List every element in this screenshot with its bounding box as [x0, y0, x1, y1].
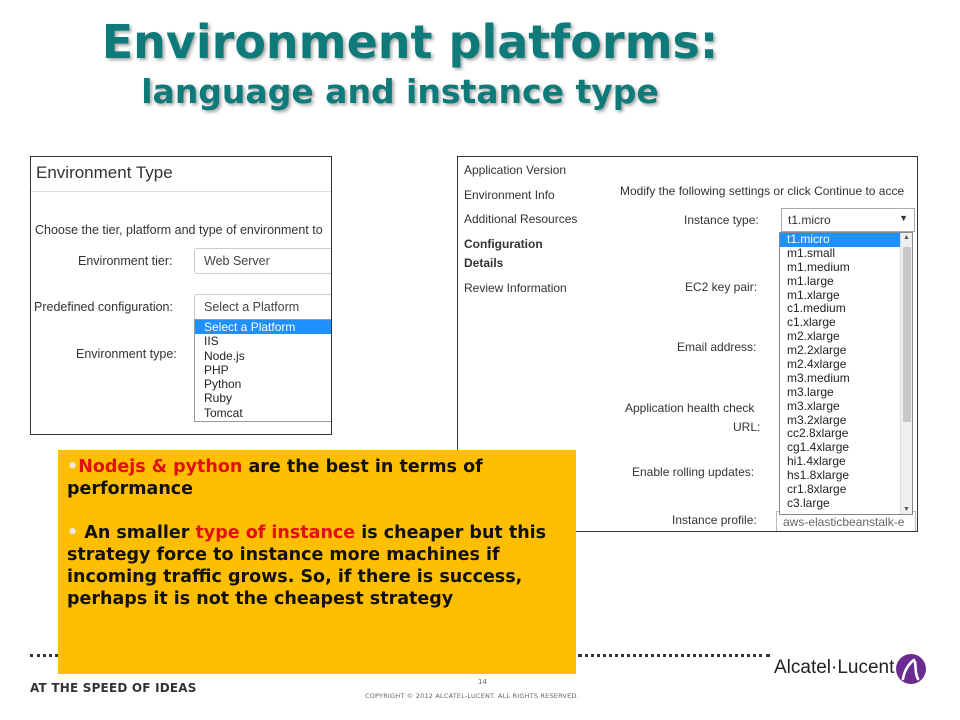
dropdown-scrollbar[interactable]: ▲ ▼	[900, 233, 912, 514]
instance-option[interactable]: m3.medium	[780, 371, 912, 386]
environment-tier-label: Environment tier:	[78, 254, 173, 268]
bullet-icon: •	[67, 457, 79, 477]
instance-type-label: Instance type:	[684, 213, 759, 227]
rolling-updates-label: Enable rolling updates:	[632, 465, 755, 479]
footer-dotted-rule-left	[30, 654, 58, 662]
instance-option[interactable]: m2.2xlarge	[780, 343, 912, 358]
environment-type-intro: Choose the tier, platform and type of en…	[35, 223, 323, 237]
instance-type-select[interactable]: t1.micro ▼	[781, 208, 915, 232]
point-performance: •Nodejs & python are the best in terms o…	[67, 456, 570, 500]
environment-tier-select[interactable]: Web Server	[194, 248, 331, 274]
instance-option[interactable]: cc2.8xlarge	[780, 427, 912, 441]
instance-profile-label: Instance profile:	[672, 513, 757, 527]
page-number: 14	[478, 678, 487, 686]
divider	[31, 191, 331, 192]
instance-option[interactable]: t1.micro	[780, 233, 912, 247]
brand-logo-mark	[901, 658, 920, 681]
platform-option[interactable]: PHP	[195, 363, 331, 377]
nav-review-information[interactable]: Review Information	[464, 281, 567, 295]
instance-option[interactable]: m3.large	[780, 385, 912, 400]
platform-option[interactable]: Tomcat	[195, 406, 331, 420]
title-main: Environment platforms:	[101, 15, 719, 69]
platform-option[interactable]: Select a Platform	[195, 320, 331, 335]
email-address-label: Email address:	[677, 340, 757, 354]
predefined-configuration-label: Predefined configuration:	[34, 300, 173, 314]
nav-configuration[interactable]: Configuration	[464, 237, 543, 251]
scroll-down-icon[interactable]: ▼	[903, 506, 910, 513]
caret-down-icon: ▼	[899, 213, 908, 223]
instance-option[interactable]: m2.xlarge	[780, 329, 912, 344]
highlight-instance-type: type of instance	[195, 523, 356, 543]
platform-dropdown-list: Select a Platform IIS Node.js PHP Python…	[194, 319, 331, 422]
environment-type-label: Environment type:	[76, 347, 177, 361]
platform-option[interactable]: Python	[195, 377, 331, 391]
instance-option[interactable]: hs1.8xlarge	[780, 468, 912, 483]
instance-option[interactable]: c1.medium	[780, 302, 912, 316]
nav-additional-resources[interactable]: Additional Resources	[464, 212, 577, 226]
platform-option[interactable]: IIS	[195, 334, 331, 348]
slide-title: Environment platforms: language and inst…	[0, 14, 960, 114]
brand-logo-icon	[896, 654, 926, 684]
environment-type-screenshot: Environment Type Choose the tier, platfo…	[30, 156, 332, 435]
instance-type-dropdown-list: t1.micro m1.small m1.medium m1.large m1.…	[779, 232, 913, 515]
instance-option[interactable]: m3.2xlarge	[780, 413, 912, 428]
instance-option[interactable]: cr1.8xlarge	[780, 482, 912, 497]
nav-details[interactable]: Details	[464, 256, 503, 270]
platform-option[interactable]: Ruby	[195, 391, 331, 405]
brand-name: Alcatel·Lucent	[774, 657, 895, 678]
instance-type-value: t1.micro	[788, 213, 831, 227]
instance-option[interactable]: c1.xlarge	[780, 315, 912, 330]
key-points-callout: •Nodejs & python are the best in terms o…	[58, 450, 576, 674]
instance-option[interactable]: m3.xlarge	[780, 399, 912, 414]
title-subtitle: language and instance type	[141, 72, 659, 111]
health-check-url-label: URL:	[733, 420, 761, 434]
predefined-configuration-select[interactable]: Select a Platform	[194, 294, 331, 320]
ec2-key-pair-label: EC2 key pair:	[685, 280, 758, 294]
instance-option[interactable]: cg1.4xlarge	[780, 440, 912, 455]
bullet-icon: •	[67, 523, 79, 543]
instructions-text: Modify the following settings or click C…	[620, 184, 905, 198]
environment-type-heading: Environment Type	[36, 163, 173, 182]
instance-option[interactable]: m2.4xlarge	[780, 357, 912, 372]
nav-application-version[interactable]: Application Version	[464, 163, 566, 177]
scrollbar-thumb[interactable]	[903, 247, 911, 422]
health-check-label: Application health check	[625, 401, 755, 415]
nav-environment-info[interactable]: Environment Info	[464, 188, 555, 202]
instance-option[interactable]: m1.medium	[780, 260, 912, 275]
instance-option[interactable]: m1.xlarge	[780, 288, 912, 303]
copyright-notice: COPYRIGHT © 2012 ALCATEL-LUCENT. ALL RIG…	[365, 692, 579, 700]
instance-option[interactable]: m1.small	[780, 246, 912, 261]
point-instance-cost-lead: An smaller	[84, 523, 196, 543]
scroll-up-icon[interactable]: ▲	[903, 234, 910, 241]
footer-tagline: AT THE SPEED OF IDEAS	[30, 681, 197, 695]
platform-option[interactable]: Node.js	[195, 349, 331, 363]
instance-option[interactable]: m1.large	[780, 274, 912, 289]
point-instance-cost: • An smaller type of instance is cheaper…	[67, 522, 570, 610]
instance-option[interactable]: c3.large	[780, 496, 912, 511]
highlight-languages: Nodejs & python	[78, 457, 243, 477]
instance-option[interactable]: hi1.4xlarge	[780, 454, 912, 469]
footer-dotted-rule-right	[578, 654, 770, 662]
